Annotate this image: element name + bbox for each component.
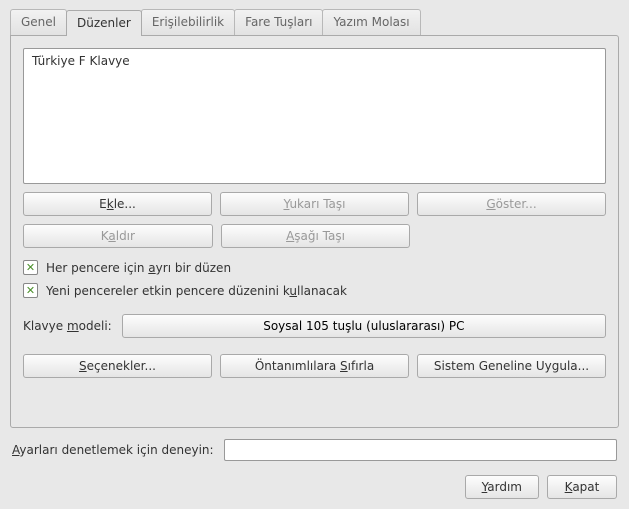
keyboard-model-label: Klavye modeli: bbox=[23, 319, 112, 333]
keyboard-model-button[interactable]: Soysal 105 tuşlu (uluslararası) PC bbox=[122, 314, 606, 338]
help-button[interactable]: Yardım bbox=[465, 475, 539, 499]
layout-list[interactable]: Türkiye F Klavye bbox=[23, 48, 606, 184]
label-per-window: Her pencere için ayrı bir düzen bbox=[46, 261, 231, 275]
list-item[interactable]: Türkiye F Klavye bbox=[30, 53, 599, 69]
tab-genel[interactable]: Genel bbox=[10, 9, 67, 35]
checkbox-per-window[interactable]: ✕ bbox=[23, 260, 38, 275]
label-new-windows: Yeni pencereler etkin pencere düzenini k… bbox=[46, 284, 347, 298]
tab-yazim-molasi[interactable]: Yazım Molası bbox=[322, 9, 420, 35]
apply-system-wide-button[interactable]: Sistem Geneline Uygula... bbox=[417, 354, 606, 378]
options-button[interactable]: Seçenekler... bbox=[23, 354, 212, 378]
tab-fare-tuslari[interactable]: Fare Tuşları bbox=[234, 9, 323, 35]
tab-erisilebilirlik[interactable]: Erişilebilirlik bbox=[141, 9, 235, 35]
close-button[interactable]: Kapat bbox=[547, 475, 617, 499]
show-button: Göster... bbox=[417, 192, 606, 216]
reset-defaults-button[interactable]: Öntanımlılara Sıfırla bbox=[220, 354, 409, 378]
checkbox-new-windows[interactable]: ✕ bbox=[23, 283, 38, 298]
move-up-button: Yukarı Taşı bbox=[220, 192, 409, 216]
test-input[interactable] bbox=[224, 439, 617, 461]
tab-duzenler[interactable]: Düzenler bbox=[66, 10, 142, 36]
test-label: Ayarları denetlemek için deneyin: bbox=[12, 443, 214, 457]
panel-duzenler: Türkiye F Klavye Ekle... Yukarı Taşı Gös… bbox=[10, 35, 619, 428]
move-down-button: Aşağı Taşı bbox=[221, 224, 411, 248]
tab-bar: Genel Düzenler Erişilebilirlik Fare Tuşl… bbox=[10, 8, 619, 34]
remove-button: Kaldır bbox=[23, 224, 213, 248]
add-button[interactable]: Ekle... bbox=[23, 192, 212, 216]
